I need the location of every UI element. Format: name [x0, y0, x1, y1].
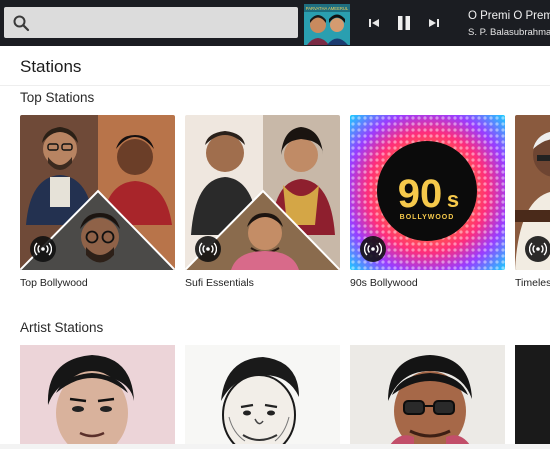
pause-icon[interactable]	[394, 13, 414, 33]
page-title: Stations	[20, 57, 82, 76]
player-bar: PARVATHA AMEERUL O Premi O Premi S. P. B…	[0, 0, 550, 46]
station-radio-icon	[525, 236, 550, 262]
art-90-text: 90	[398, 172, 443, 216]
next-icon[interactable]	[424, 13, 444, 33]
artist-station-card[interactable]	[350, 345, 505, 445]
now-playing-album-art[interactable]: PARVATHA AMEERUL	[304, 4, 350, 45]
previous-icon[interactable]	[364, 13, 384, 33]
album-art-text: PARVATHA AMEERUL	[306, 6, 349, 11]
art-s-text: s	[447, 187, 459, 212]
station-card-top-bollywood[interactable]: Top Bollywood	[20, 115, 175, 289]
artist-station-card[interactable]	[20, 345, 175, 445]
now-playing-artist[interactable]: S. P. Balasubrahmanyam	[468, 27, 550, 38]
artist-station-card[interactable]	[515, 345, 550, 445]
now-playing-title[interactable]: O Premi O Premi	[468, 10, 550, 22]
divider	[0, 85, 550, 86]
footer-strip	[0, 444, 550, 449]
search-box[interactable]	[4, 7, 298, 38]
search-icon	[13, 15, 30, 32]
station-radio-icon	[30, 236, 56, 262]
station-artwork[interactable]	[185, 115, 340, 270]
search-input[interactable]	[36, 11, 291, 34]
station-artwork[interactable]	[515, 115, 550, 270]
station-label[interactable]: 90s Bollywood	[350, 277, 418, 289]
artist-stations-heading: Artist Stations	[20, 320, 104, 335]
station-card-timeless[interactable]: Timeless	[515, 115, 550, 305]
artist-station-card[interactable]	[185, 345, 340, 445]
art-bollywood-text: BOLLYWOOD	[400, 214, 455, 221]
top-stations-heading: Top Stations	[20, 90, 95, 105]
station-radio-icon	[360, 236, 386, 262]
station-artwork[interactable]	[20, 115, 175, 270]
station-label[interactable]: Sufi Essentials	[185, 277, 254, 289]
station-card-90s-bollywood[interactable]: 90 s BOLLYWOOD 90s Bollywood	[350, 115, 505, 289]
station-label[interactable]: Top Bollywood	[20, 277, 88, 289]
station-radio-icon	[195, 236, 221, 262]
station-label[interactable]: Timeless	[515, 277, 550, 289]
station-artwork[interactable]: 90 s BOLLYWOOD	[350, 115, 505, 270]
station-card-sufi-essentials[interactable]: Sufi Essentials	[185, 115, 340, 289]
